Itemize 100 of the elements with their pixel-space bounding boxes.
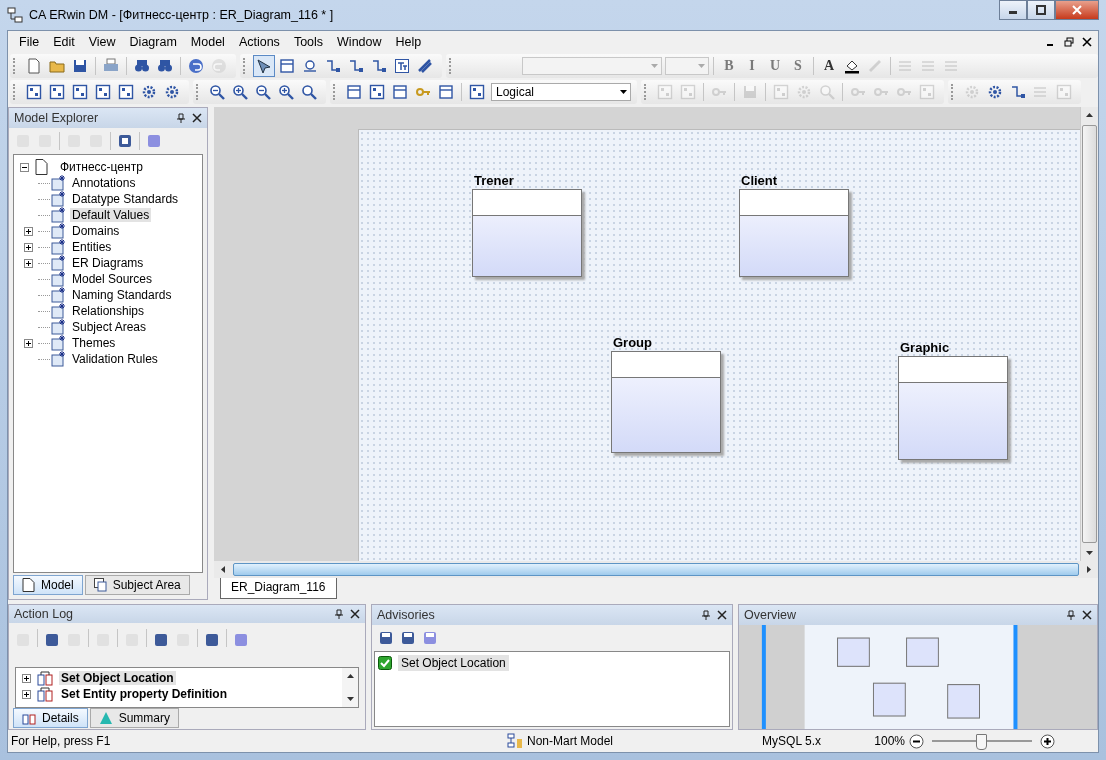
up-arrow-icon[interactable] <box>346 674 354 679</box>
entity-box[interactable] <box>472 189 582 277</box>
minimize-button[interactable] <box>999 0 1027 20</box>
log-entry[interactable]: Set Entity property Definition <box>59 687 229 702</box>
expand-toggle[interactable] <box>22 689 31 699</box>
pointer-icon[interactable] <box>253 55 275 77</box>
menu-item[interactable]: View <box>81 35 123 49</box>
expand-toggle[interactable] <box>24 242 33 252</box>
dropdown-field[interactable]: Logical <box>491 83 631 101</box>
panel-title: Advisories <box>377 608 436 622</box>
folder-node-icon <box>50 239 66 255</box>
restore-icon[interactable] <box>1064 37 1074 47</box>
pin-icon[interactable] <box>176 113 186 123</box>
panel-tab[interactable]: Model <box>13 575 83 595</box>
menu-item[interactable]: Window <box>330 35 389 49</box>
folder-node-icon <box>50 287 66 303</box>
close-button[interactable] <box>1055 0 1099 20</box>
clipboard-icon <box>37 686 53 703</box>
menu-item[interactable]: Help <box>388 35 429 49</box>
diagram-icon <box>7 7 23 23</box>
tree-item[interactable]: Entities <box>70 240 114 254</box>
zoom-out-icon[interactable] <box>909 733 924 749</box>
right-arrow-icon[interactable] <box>1087 566 1091 573</box>
close-icon[interactable] <box>1082 610 1092 620</box>
panel-tab[interactable]: Summary <box>89 707 180 728</box>
model-icon <box>507 733 523 749</box>
panel-title: Action Log <box>14 606 75 621</box>
entity-box[interactable] <box>898 356 1008 460</box>
folder-node-icon <box>50 351 66 367</box>
document-icon <box>35 159 48 175</box>
pin-icon[interactable] <box>1066 610 1076 620</box>
window-title: CA ERwin DM - [Фитнесс-центр : ER_Diagram_116 * ] <box>29 8 334 22</box>
tree-item[interactable]: Validation Rules <box>70 352 160 366</box>
checkmark-icon <box>378 656 392 670</box>
expand-toggle[interactable] <box>24 258 33 268</box>
expand-toggle[interactable] <box>22 673 31 683</box>
entity-name: Group <box>612 335 653 351</box>
menu-item[interactable]: File <box>12 35 47 49</box>
entity-box[interactable] <box>739 189 849 277</box>
document-icon <box>22 578 35 592</box>
close-icon[interactable] <box>192 113 202 123</box>
expand-toggle[interactable] <box>24 226 33 236</box>
folder-node-icon <box>50 255 66 271</box>
tree-item[interactable]: Annotations <box>70 176 138 190</box>
status-text: MySQL 5.x <box>761 734 822 748</box>
caret-icon[interactable] <box>620 90 627 94</box>
folder-node-icon <box>50 191 66 207</box>
zoom-in-icon[interactable] <box>1040 733 1055 749</box>
vertical-scrollbar[interactable] <box>1080 107 1098 561</box>
tree-item[interactable]: Datatype Standards <box>70 192 181 206</box>
collapse-toggle[interactable] <box>20 162 29 172</box>
tree-item[interactable]: Фитнесс-центр <box>58 160 145 174</box>
expand-toggle[interactable] <box>24 338 33 348</box>
entity-box[interactable] <box>611 351 721 453</box>
maximize-button[interactable] <box>1027 0 1055 20</box>
panel-title: Overview <box>744 608 798 622</box>
status-text: Non-Mart Model <box>527 734 615 748</box>
pin-icon[interactable] <box>701 610 711 620</box>
format-button[interactable]: A <box>818 55 840 77</box>
close-icon[interactable] <box>350 608 360 619</box>
close-icon[interactable] <box>717 610 727 620</box>
panel-tab[interactable]: Subject Area <box>84 575 190 595</box>
tree-item[interactable]: Model Sources <box>70 272 155 286</box>
pin-icon[interactable] <box>334 608 344 619</box>
horizontal-scrollbar[interactable] <box>214 561 1098 578</box>
panel-tab[interactable]: Details <box>13 707 88 728</box>
menu-item[interactable]: Tools <box>286 35 331 49</box>
close-icon[interactable] <box>1082 37 1092 47</box>
advisory-item[interactable]: Set Object Location <box>398 655 509 671</box>
folder-node-icon <box>50 335 66 351</box>
down-arrow-icon[interactable] <box>1086 551 1093 555</box>
diagram-thumbnail-drawing[interactable] <box>739 625 1097 729</box>
tree-item[interactable]: Subject Areas <box>70 320 149 334</box>
triangle-icon <box>98 710 113 725</box>
status-text: For Help, press F1 <box>11 734 112 748</box>
folder-node-icon <box>50 175 66 191</box>
left-arrow-icon[interactable] <box>221 566 225 573</box>
folder-node-icon <box>50 223 66 239</box>
close-icon <box>1072 5 1082 15</box>
tree-item[interactable]: Domains <box>70 224 122 238</box>
menu-item[interactable]: Actions <box>231 35 287 49</box>
menu-item[interactable]: Model <box>183 35 232 49</box>
folder-node-icon <box>50 207 66 223</box>
tree-item[interactable]: Relationships <box>70 304 147 318</box>
down-arrow-icon[interactable] <box>346 696 354 701</box>
entity-name: Trener <box>473 173 515 189</box>
diagram-tab[interactable]: ER_Diagram_116 <box>220 578 337 599</box>
tree-item[interactable]: Naming Standards <box>70 288 174 302</box>
menu-item[interactable]: Edit <box>46 35 82 49</box>
folder-node-icon <box>50 271 66 287</box>
up-arrow-icon[interactable] <box>1086 113 1093 117</box>
tree-item[interactable]: Default Values <box>70 208 152 222</box>
vertical-scrollbar[interactable] <box>342 668 358 707</box>
tree-item[interactable]: ER Diagrams <box>70 256 146 270</box>
clipboard-icon <box>37 670 53 687</box>
tree-item[interactable]: Themes <box>70 336 118 350</box>
folder-node-icon <box>50 303 66 319</box>
menu-item[interactable]: Diagram <box>122 35 184 49</box>
panel-title: Model Explorer <box>14 111 100 125</box>
log-entry[interactable]: Set Object Location <box>59 671 176 686</box>
